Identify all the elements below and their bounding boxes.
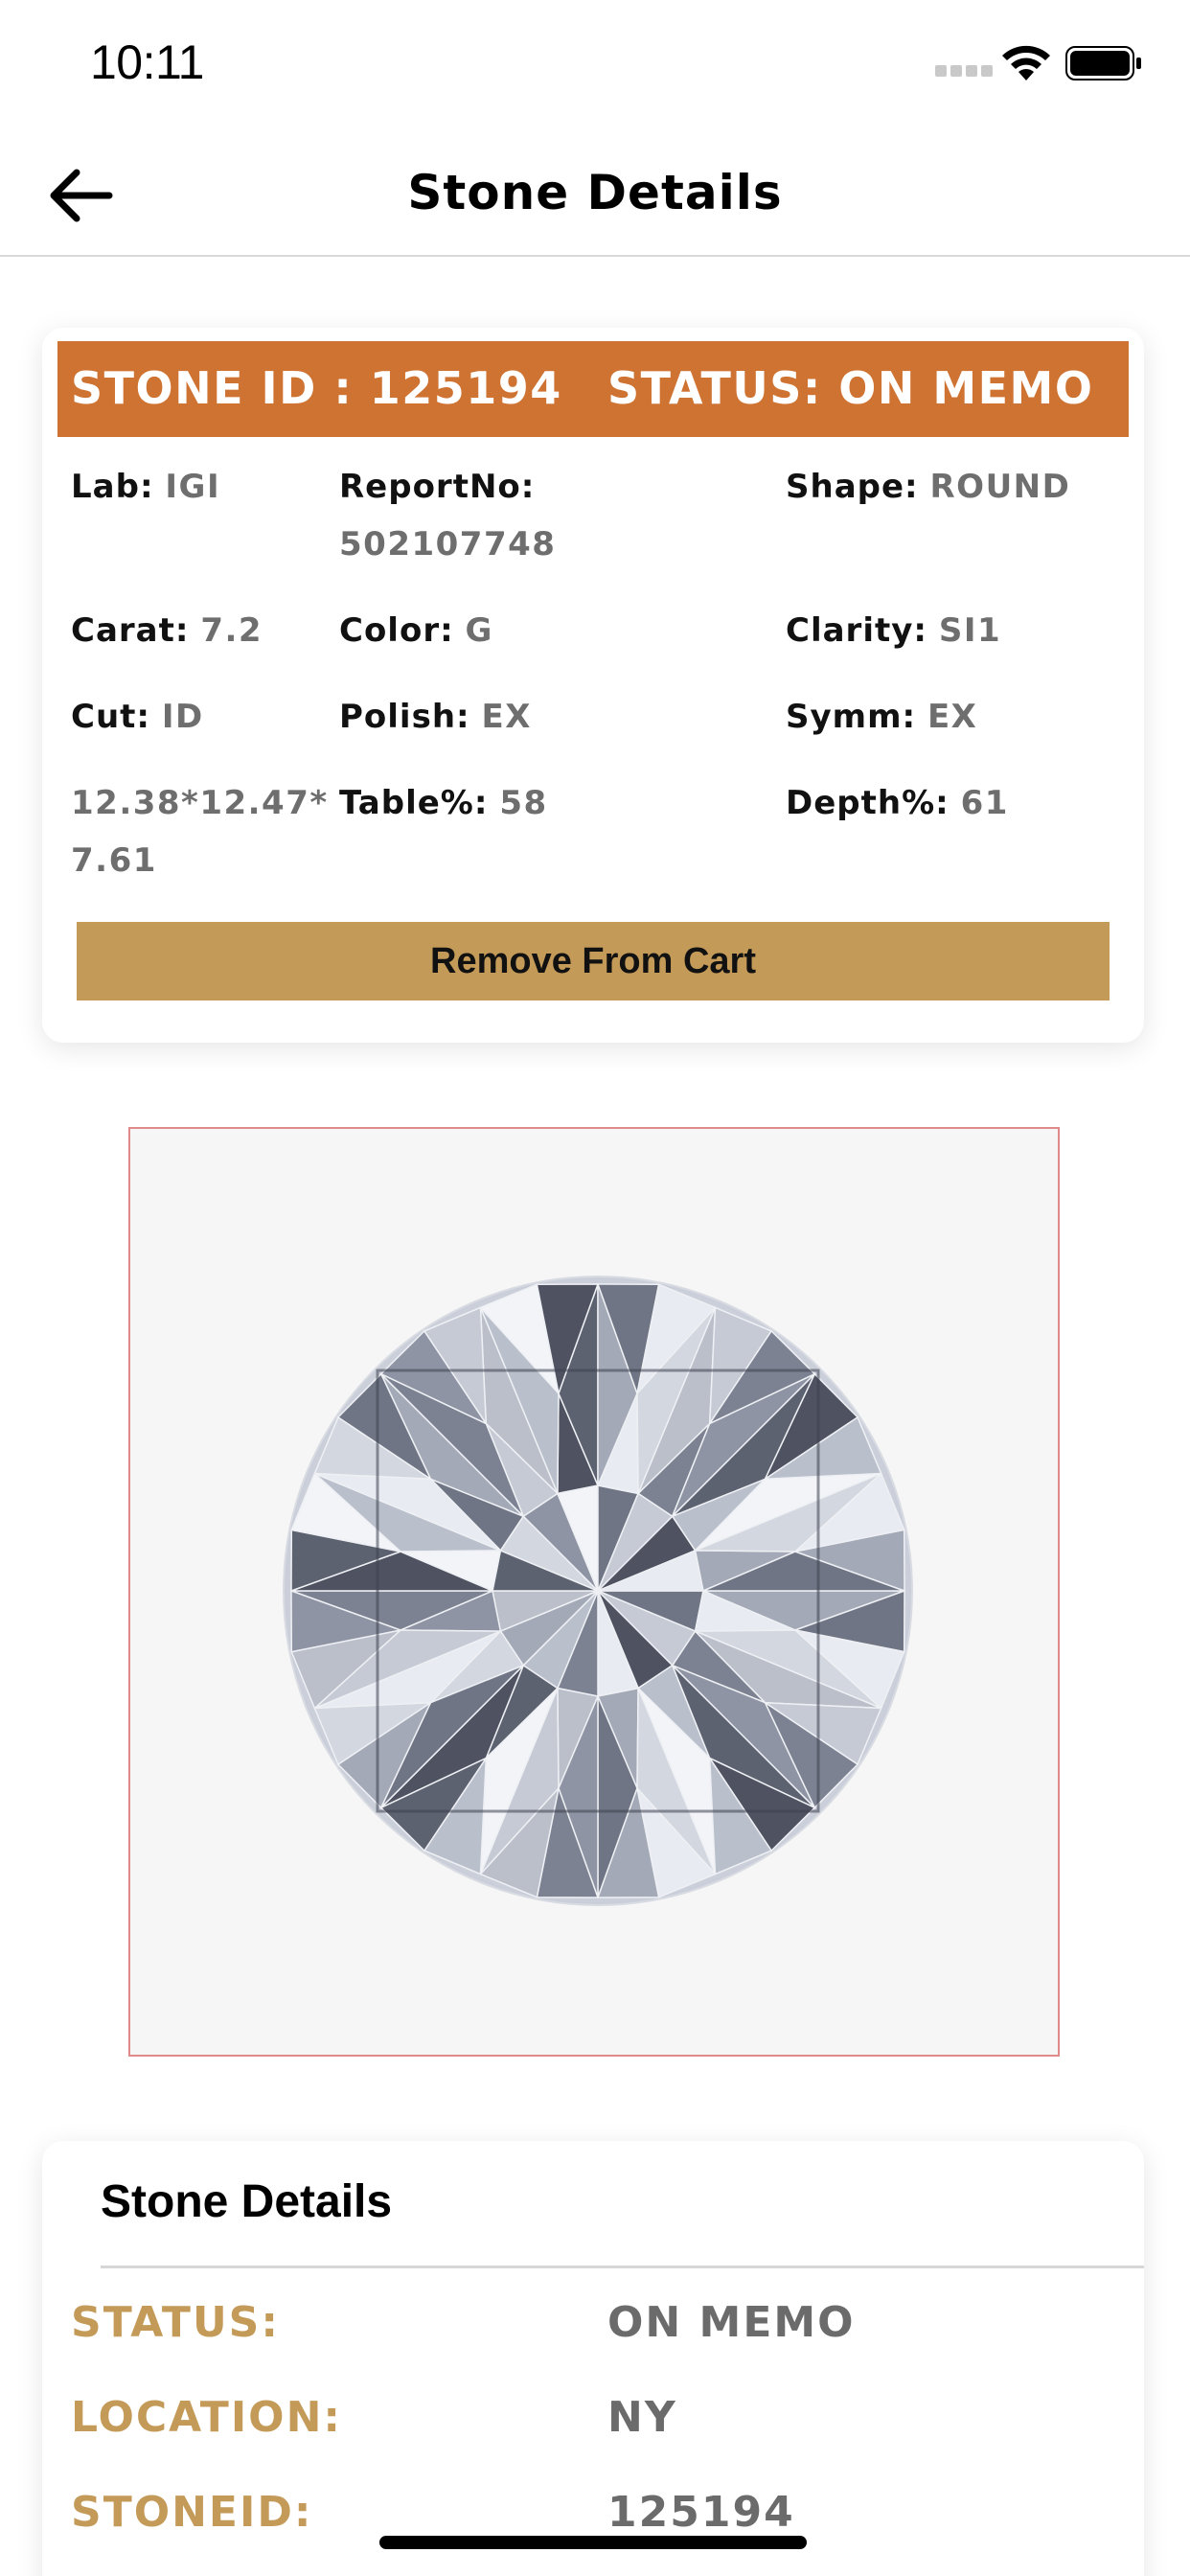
status-bar: 10:11 [0,0,1190,126]
color-value: G [465,611,493,650]
stone-image-frame[interactable] [128,1127,1060,2057]
stone-id-banner: STONE ID : 125194 STATUS: ON MEMO [57,341,1129,437]
status-time: 10:11 [90,35,204,89]
carat-attribute: Carat: 7.2 [71,602,263,659]
clarity-label: Clarity: [786,611,927,650]
cut-label: Cut: [71,698,151,736]
lab-attribute: Lab: IGI [71,458,220,516]
stone-status-text: STATUS: ON MEMO [607,362,1094,414]
color-attribute: Color: G [339,602,493,659]
detail-label: STATUS: [71,2298,280,2347]
detail-row-location: LOCATION: NY [71,2393,1125,2460]
cut-value: ID [161,698,204,736]
table-attribute: Table%: 58 [339,774,548,832]
polish-attribute: Polish: EX [339,688,532,746]
depth-label: Depth%: [786,784,950,822]
shape-label: Shape: [786,468,919,506]
details-divider [101,2266,1144,2268]
clarity-value: SI1 [938,611,1002,650]
remove-from-cart-button[interactable]: Remove From Cart [77,922,1110,1000]
page-title: Stone Details [407,165,783,220]
polish-label: Polish: [339,698,470,736]
table-label: Table%: [339,784,489,822]
symmetry-attribute: Symm: EX [786,688,977,746]
report-number-value: 502107748 [339,525,557,564]
stone-summary-card: STONE ID : 125194 STATUS: ON MEMO Lab: I… [42,328,1144,1043]
polish-value: EX [481,698,532,736]
color-label: Color: [339,611,454,650]
home-indicator [379,2536,807,2549]
detail-value: NY [607,2393,677,2442]
detail-value: 125194 [607,2488,795,2537]
shape-attribute: Shape: ROUND [786,458,1070,516]
table-value: 58 [499,784,548,822]
detail-label: STONEID: [71,2488,313,2537]
lab-value: IGI [165,468,221,506]
carat-value: 7.2 [200,611,263,650]
symmetry-label: Symm: [786,698,917,736]
cut-attribute: Cut: ID [71,688,204,746]
detail-row-status: STATUS: ON MEMO [71,2298,1125,2365]
details-section-title: Stone Details [101,2176,393,2227]
depth-value: 61 [960,784,1009,822]
shape-value: ROUND [929,468,1071,506]
stone-details-card: Stone Details STATUS: ON MEMO LOCATION: … [42,2141,1144,2576]
report-number-label: ReportNo: [339,468,536,506]
stone-id-text: STONE ID : 125194 [71,362,562,414]
depth-attribute: Depth%: 61 [786,774,1009,832]
measurement-line-1: 12.38*12.47* [71,784,329,822]
symmetry-value: EX [927,698,978,736]
signal-icon [935,65,995,79]
battery-icon [1065,46,1141,80]
measurement-line-2: 7.61 [71,841,157,880]
navigation-bar: Stone Details [0,126,1190,257]
carat-label: Carat: [71,611,190,650]
diamond-image [283,1276,913,1906]
detail-value: ON MEMO [607,2298,856,2347]
wifi-icon [1002,45,1050,80]
clarity-attribute: Clarity: SI1 [786,602,1001,659]
detail-label: LOCATION: [71,2393,343,2442]
lab-label: Lab: [71,468,154,506]
